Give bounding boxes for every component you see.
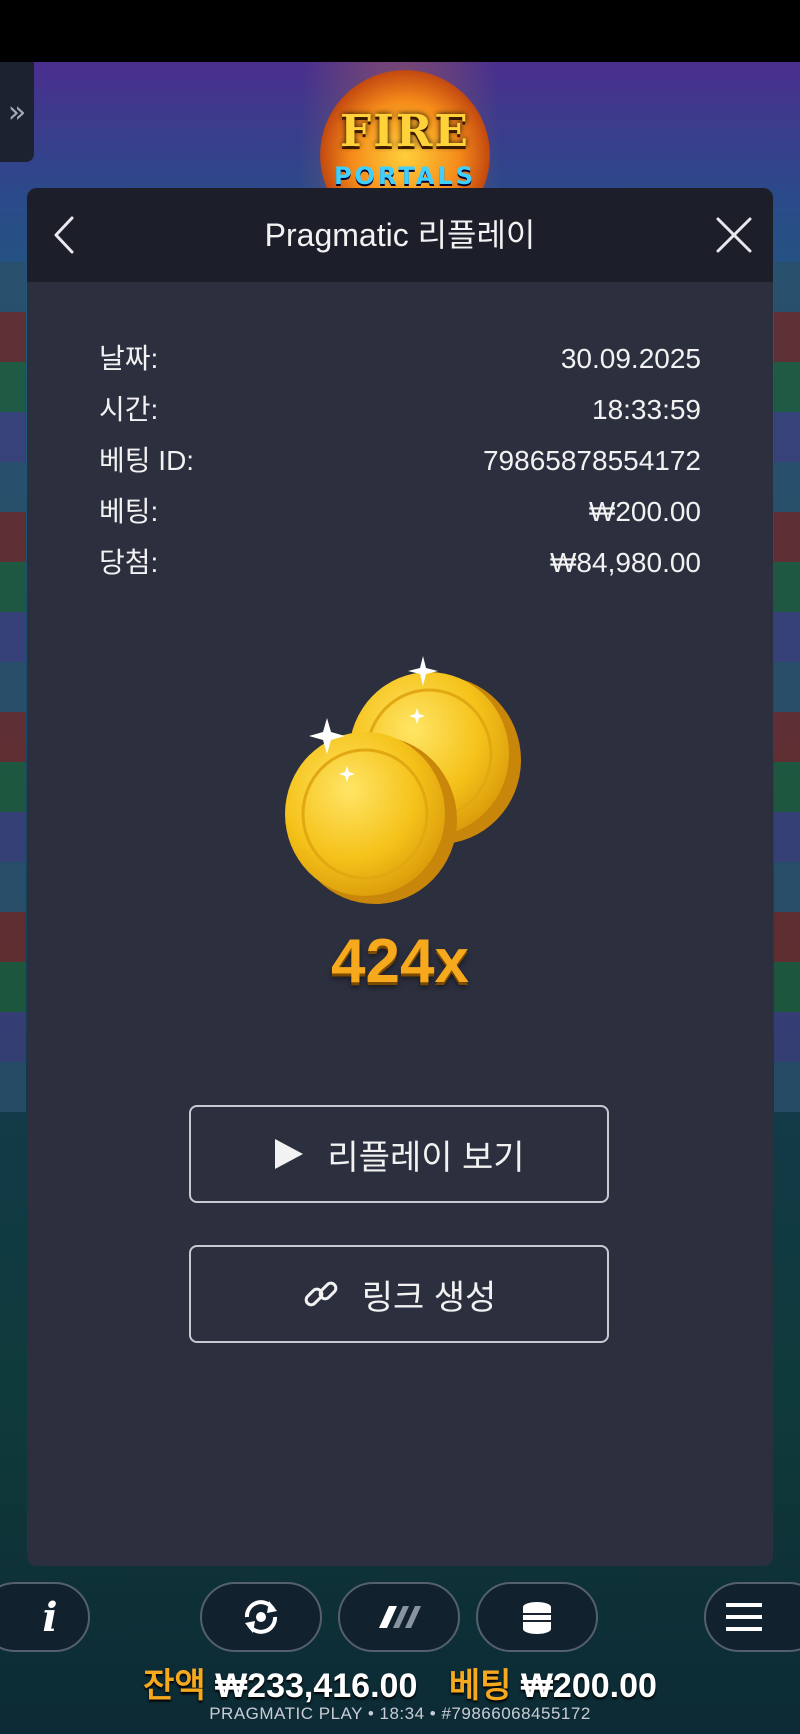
info-icon: i (42, 1593, 58, 1641)
logo-title: FIRE (340, 106, 470, 157)
info-value: 18:33:59 (592, 394, 701, 425)
info-label: 날짜: (99, 343, 159, 374)
balance-line: 잔액 ₩233,416.00 베팅 ₩200.00 (0, 1658, 800, 1707)
autoplay-button[interactable] (200, 1582, 322, 1652)
reel-frame-right (774, 262, 800, 1112)
chevron-left-icon[interactable] (41, 210, 91, 260)
side-panel-toggle[interactable]: » (0, 62, 34, 162)
modal-title: Pragmatic 리플레이 (264, 217, 536, 253)
modal-header: Pragmatic 리플레이 (27, 188, 773, 282)
turbo-spin-button[interactable] (338, 1582, 460, 1652)
balance-value: ₩233,416.00 (215, 1667, 418, 1705)
info-row-bet: 베팅: ₩200.00 (99, 486, 701, 537)
bet-label: 베팅 (448, 1667, 512, 1705)
info-label: 베팅 ID: (99, 445, 195, 476)
turbo-icon (379, 1606, 421, 1628)
link-icon (302, 1275, 340, 1313)
info-value: 79865878554172 (482, 445, 701, 476)
info-row-date: 날짜: 30.09.2025 (99, 333, 701, 384)
status-bar (0, 0, 800, 62)
logo-subtitle: PORTALS (333, 162, 477, 190)
win-multiplier: 424x (331, 927, 469, 996)
bet-value: ₩200.00 (520, 1667, 657, 1705)
autoplay-icon (245, 1600, 277, 1634)
info-button[interactable]: i (0, 1582, 90, 1652)
info-value: ₩200.00 (588, 496, 701, 527)
hamburger-menu-icon (726, 1603, 762, 1631)
info-row-bet-id: 베팅 ID: 79865878554172 (99, 435, 701, 486)
gold-coins-icon (285, 656, 521, 904)
game-control-bar: i 잔액 ₩233,416.00 베팅 ₩200.00 PRAGMATIC PL… (0, 1580, 800, 1734)
info-label: 시간: (99, 394, 159, 425)
double-chevron-right-icon: » (7, 94, 27, 130)
game-logo: FIRE PORTALS (300, 70, 510, 240)
replay-modal: Pragmatic 리플레이 날짜: 30.09.2025 시간: 18:33:… (27, 188, 773, 1566)
info-label: 당첨: (99, 547, 159, 578)
footer-info: PRAGMATIC PLAY • 18:34 • #79866068455172 (209, 1704, 591, 1723)
reel-frame-left (0, 262, 26, 1112)
info-row-time: 시간: 18:33:59 (99, 384, 701, 435)
close-icon[interactable] (709, 210, 759, 260)
info-value: ₩84,980.00 (550, 547, 701, 578)
view-replay-label: 리플레이 보기 (327, 1138, 525, 1177)
play-icon (273, 1137, 305, 1171)
balance-label: 잔액 (143, 1667, 206, 1705)
bet-settings-button[interactable] (476, 1582, 598, 1652)
bet-info: 날짜: 30.09.2025 시간: 18:33:59 베팅 ID: 79865… (99, 333, 701, 588)
info-value: 30.09.2025 (560, 343, 701, 374)
menu-button[interactable] (704, 1582, 800, 1652)
info-label: 베팅: (99, 496, 159, 527)
create-link-button[interactable]: 링크 생성 (189, 1245, 609, 1343)
create-link-label: 링크 생성 (361, 1278, 497, 1317)
coin-stack-icon (523, 1602, 551, 1634)
view-replay-button[interactable]: 리플레이 보기 (189, 1105, 609, 1203)
info-row-win: 당첨: ₩84,980.00 (99, 537, 701, 588)
